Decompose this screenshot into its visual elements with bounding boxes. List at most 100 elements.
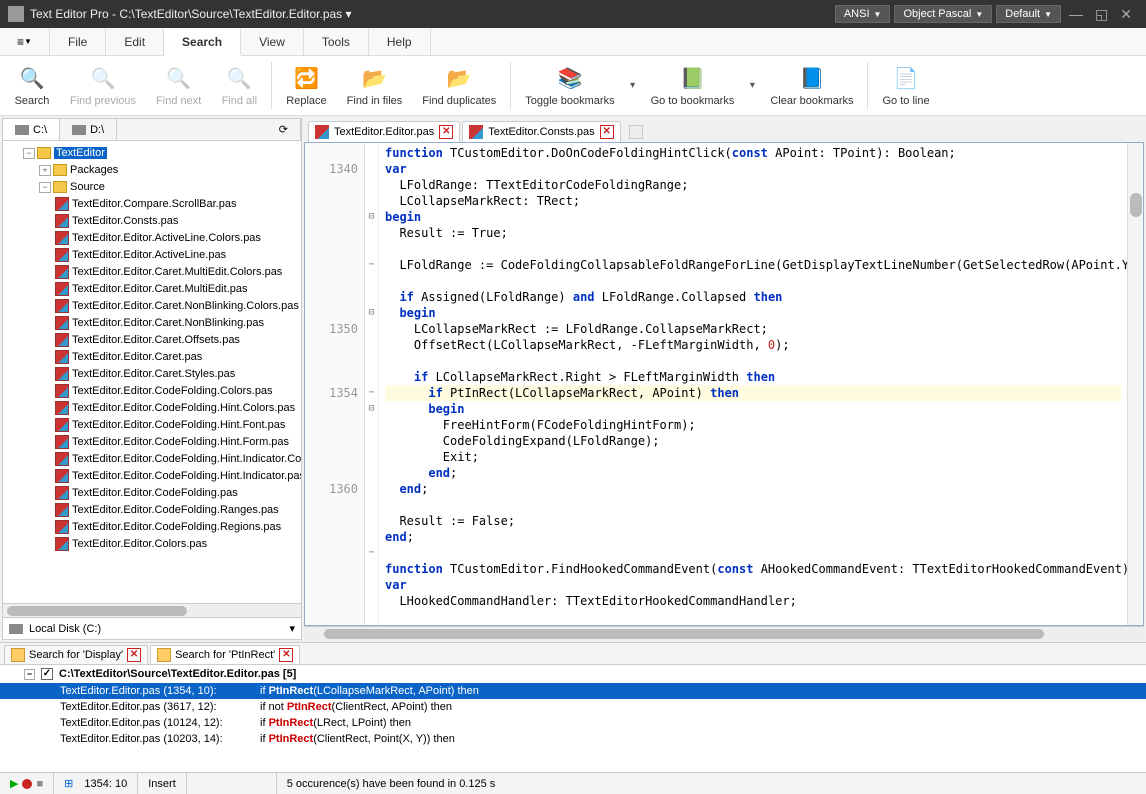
maximize-button[interactable]: ◱ [1089, 6, 1114, 23]
play-icon[interactable]: ▶ [10, 777, 18, 790]
menu-tab-help[interactable]: Help [369, 28, 431, 55]
menu-tab-file[interactable]: File [50, 28, 106, 55]
close-tab-icon[interactable]: ✕ [279, 648, 293, 662]
code-line[interactable]: end; [385, 529, 1121, 545]
code-line[interactable]: Result := False; [385, 513, 1121, 529]
close-tab-icon[interactable]: ✕ [600, 125, 614, 139]
tree-file-item[interactable]: TextEditor.Editor.CodeFolding.pas [55, 485, 297, 502]
code-line[interactable]: if PtInRect(LCollapseMarkRect, APoint) t… [385, 385, 1121, 401]
search-results-list[interactable]: − ✓ C:\TextEditor\Source\TextEditor.Edit… [0, 665, 1146, 772]
code-line[interactable]: if LCollapseMarkRect.Right > FLeftMargin… [385, 369, 1121, 385]
tree-folder-root[interactable]: −TextEditor +Packages −Source TextEditor… [23, 145, 297, 553]
go-to-line-button[interactable]: 📄Go to line [872, 58, 939, 113]
code-line[interactable]: begin [385, 305, 1121, 321]
tree-file-item[interactable]: TextEditor.Editor.Caret.NonBlinking.pas [55, 315, 297, 332]
file-tree[interactable]: −TextEditor +Packages −Source TextEditor… [3, 141, 301, 603]
code-line[interactable]: if Assigned(LFoldRange) and LFoldRange.C… [385, 289, 1121, 305]
tree-file-item[interactable]: TextEditor.Editor.CodeFolding.Hint.Form.… [55, 434, 297, 451]
close-tab-icon[interactable]: ✕ [439, 125, 453, 139]
search-tab[interactable]: Search for 'Display'✕ [4, 645, 148, 664]
code-line[interactable]: OffsetRect(LCollapseMarkRect, -FLeftMarg… [385, 337, 1121, 353]
code-line[interactable]: LFoldRange := CodeFoldingCollapsableFold… [385, 257, 1121, 273]
tree-horizontal-scrollbar[interactable] [3, 603, 301, 617]
code-line[interactable]: end; [385, 465, 1121, 481]
tree-file-item[interactable]: TextEditor.Editor.Caret.Styles.pas [55, 366, 297, 383]
search-result-row[interactable]: TextEditor.Editor.pas (10203, 14):if PtI… [0, 731, 1146, 747]
code-line[interactable] [385, 353, 1121, 369]
find-in-files-button[interactable]: 📂Find in files [337, 58, 413, 113]
code-line[interactable]: FreeHintForm(FCodeFoldingHintForm); [385, 417, 1121, 433]
tree-file-item[interactable]: TextEditor.Editor.CodeFolding.Regions.pa… [55, 519, 297, 536]
fold-gutter[interactable]: ⊟ − ⊟ −⊟ − [365, 143, 379, 625]
code-line[interactable]: LCollapseMarkRect: TRect; [385, 193, 1121, 209]
code-line[interactable]: var [385, 577, 1121, 593]
tree-file-item[interactable]: TextEditor.Editor.CodeFolding.Hint.Font.… [55, 417, 297, 434]
code-line[interactable]: function TCustomEditor.FindHookedCommand… [385, 561, 1121, 577]
tree-folder[interactable]: −Source TextEditor.Compare.ScrollBar.pas… [39, 179, 297, 553]
tree-file-item[interactable]: TextEditor.Editor.Caret.Offsets.pas [55, 332, 297, 349]
search-result-row[interactable]: TextEditor.Editor.pas (1354, 10):if PtIn… [0, 683, 1146, 699]
code-line[interactable]: Result := True; [385, 225, 1121, 241]
collapse-icon[interactable]: − [39, 182, 51, 193]
profile-combo[interactable]: Default▼ [996, 5, 1061, 23]
code-line[interactable]: LCollapseMarkRect := LFoldRange.Collapse… [385, 321, 1121, 337]
insert-mode[interactable]: Insert [138, 773, 187, 794]
search-tab[interactable]: Search for 'PtInRect'✕ [150, 645, 300, 664]
code-line[interactable] [385, 273, 1121, 289]
clear-bookmarks-button[interactable]: 📘Clear bookmarks [760, 58, 863, 113]
tree-file-item[interactable]: TextEditor.Editor.CodeFolding.Colors.pas [55, 383, 297, 400]
close-button[interactable]: ✕ [1114, 6, 1138, 23]
code-line[interactable]: function TCustomEditor.DoOnCodeFoldingHi… [385, 145, 1121, 161]
toggle-bookmarks-button[interactable]: 📚Toggle bookmarks [515, 58, 624, 113]
minimize-button[interactable]: — [1063, 6, 1089, 22]
replace-button[interactable]: 🔁Replace [276, 58, 336, 113]
menu-tab-search[interactable]: Search [164, 29, 241, 56]
menu-tab-view[interactable]: View [241, 28, 304, 55]
tree-file-item[interactable]: TextEditor.Editor.ActiveLine.pas [55, 247, 297, 264]
code-line[interactable]: var [385, 161, 1121, 177]
code-line[interactable]: begin [385, 401, 1121, 417]
encoding-combo[interactable]: ANSI▼ [835, 5, 891, 23]
code-editor[interactable]: 1340 1350 1354 1360 ⊟ − ⊟ −⊟ − function … [304, 142, 1144, 626]
code-line[interactable] [385, 241, 1121, 257]
code-line[interactable]: end; [385, 481, 1121, 497]
tree-file-item[interactable]: TextEditor.Editor.ActiveLine.Colors.pas [55, 230, 297, 247]
code-line[interactable] [385, 545, 1121, 561]
editor-vertical-scrollbar[interactable] [1127, 143, 1143, 625]
code-line[interactable]: Exit; [385, 449, 1121, 465]
code-line[interactable]: LHookedCommandHandler: TTextEditorHooked… [385, 593, 1121, 609]
tree-file-item[interactable]: TextEditor.Compare.ScrollBar.pas [55, 196, 297, 213]
menu-tab-tools[interactable]: Tools [304, 28, 369, 55]
close-tab-icon[interactable]: ✕ [127, 648, 141, 662]
expand-icon[interactable]: + [39, 165, 51, 176]
tree-file-item[interactable]: TextEditor.Editor.Caret.MultiEdit.Colors… [55, 264, 297, 281]
tree-file-item[interactable]: TextEditor.Editor.CodeFolding.Hint.Indic… [55, 451, 297, 468]
tree-file-item[interactable]: TextEditor.Editor.Caret.NonBlinking.Colo… [55, 298, 297, 315]
refresh-button[interactable]: ⟳ [267, 119, 301, 140]
language-combo[interactable]: Object Pascal▼ [894, 5, 992, 23]
search-button[interactable]: 🔍Search [4, 58, 60, 113]
editor-tab[interactable]: TextEditor.Editor.pas✕ [308, 121, 460, 142]
code-line[interactable]: CodeFoldingExpand(LFoldRange); [385, 433, 1121, 449]
drive-tab[interactable]: C:\ [3, 119, 60, 140]
new-tab-button[interactable] [623, 122, 649, 142]
find-duplicates-button[interactable]: 📂Find duplicates [412, 58, 506, 113]
tree-file-item[interactable]: TextEditor.Editor.Caret.pas [55, 349, 297, 366]
tree-file-item[interactable]: TextEditor.Editor.Colors.pas [55, 536, 297, 553]
checkbox-icon[interactable]: ✓ [41, 668, 53, 680]
tree-file-item[interactable]: TextEditor.Editor.CodeFolding.Hint.Color… [55, 400, 297, 417]
macro-record-controls[interactable]: ▶ ■ [0, 773, 54, 794]
editor-tab[interactable]: TextEditor.Consts.pas✕ [462, 121, 620, 142]
record-icon[interactable] [22, 779, 32, 789]
collapse-icon[interactable]: − [24, 669, 35, 680]
code-content[interactable]: function TCustomEditor.DoOnCodeFoldingHi… [379, 143, 1127, 625]
app-menu-button[interactable]: ≡ ▼ [0, 28, 50, 55]
tree-file-item[interactable]: TextEditor.Consts.pas [55, 213, 297, 230]
editor-horizontal-scrollbar[interactable] [304, 626, 1144, 640]
code-line[interactable] [385, 497, 1121, 513]
dropdown-arrow-icon[interactable]: ▾ [744, 58, 760, 113]
tree-file-item[interactable]: TextEditor.Editor.Caret.MultiEdit.pas [55, 281, 297, 298]
drive-select-combo[interactable]: Local Disk (C:) ▾ [3, 617, 301, 639]
go-to-bookmarks-button[interactable]: 📗Go to bookmarks [641, 58, 745, 113]
collapse-icon[interactable]: − [23, 148, 35, 159]
